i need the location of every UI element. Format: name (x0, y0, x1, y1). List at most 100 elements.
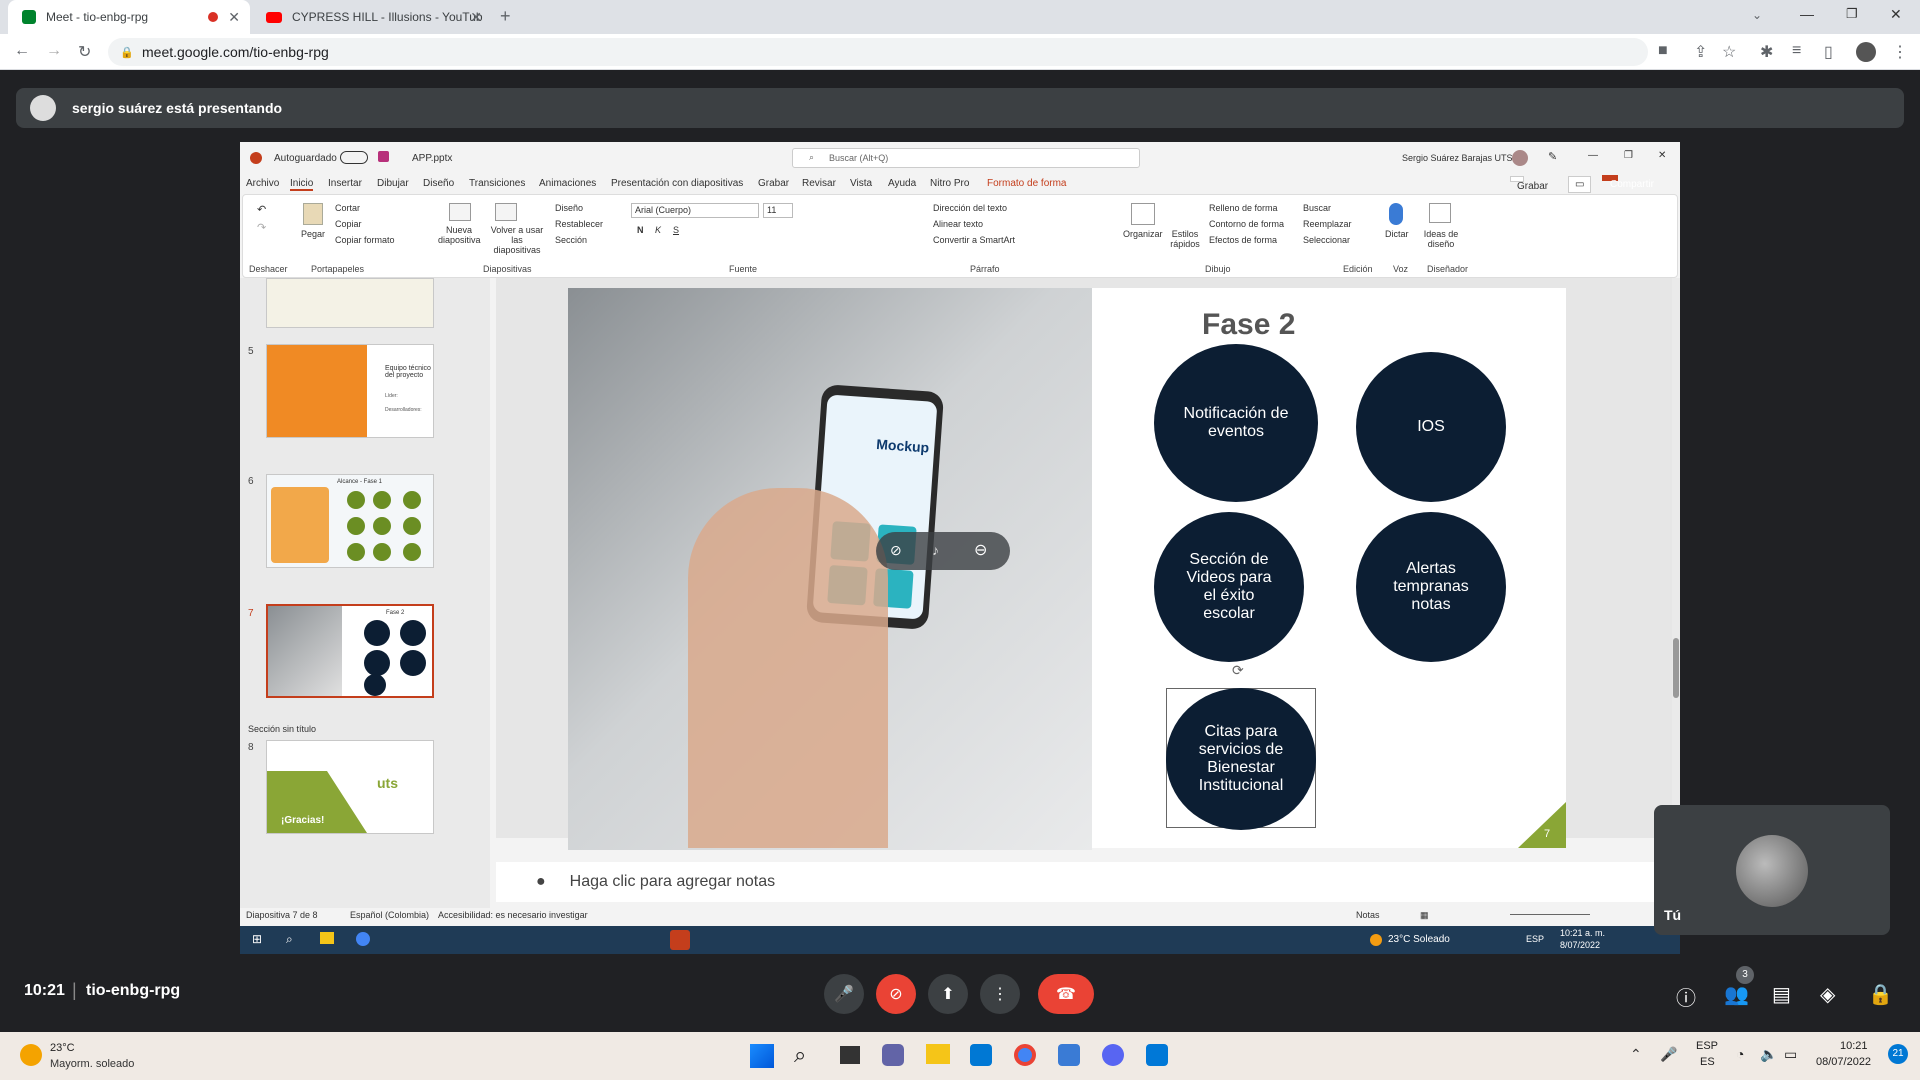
explorer-icon[interactable] (320, 932, 334, 944)
replace-button[interactable]: Reemplazar (1303, 219, 1352, 229)
close-window-button[interactable]: ✕ (1890, 6, 1902, 23)
weather-temp[interactable]: 23°C (50, 1042, 75, 1054)
font-select[interactable]: Arial (Cuerpo) (631, 203, 759, 218)
vscode-icon[interactable] (1146, 1044, 1168, 1066)
activities-icon[interactable]: ◈ (1820, 982, 1835, 1007)
view-normal-icon[interactable]: ▦ (1420, 910, 1429, 921)
camera-icon[interactable]: ■ (1658, 42, 1668, 60)
slide-thumb-5[interactable]: Equipo técnico del proyecto Líder: Desar… (266, 344, 434, 438)
format-painter-button[interactable]: Copiar formato (335, 235, 395, 245)
pin-off-icon[interactable]: ⊘ (890, 542, 902, 559)
redo-icon[interactable]: ↷ (257, 221, 266, 234)
designer-icon[interactable] (1429, 203, 1451, 223)
slide-thumb-6[interactable]: Alcance - Fase 1 (266, 474, 434, 568)
dictate-button[interactable]: Dictar (1385, 229, 1409, 239)
notes-pane[interactable]: ● Haga clic para agregar notas (496, 862, 1676, 902)
organize-button[interactable]: Organizar (1123, 229, 1163, 239)
discord-icon[interactable] (1102, 1044, 1124, 1066)
design-ideas-button[interactable]: Ideas de diseño (1421, 229, 1461, 249)
new-slide-icon[interactable] (449, 203, 471, 221)
menu-dibujar[interactable]: Dibujar (377, 178, 409, 189)
autosave-toggle[interactable] (340, 151, 368, 164)
menu-nitro[interactable]: Nitro Pro (930, 178, 969, 189)
paste-button[interactable]: Pegar (301, 229, 325, 239)
align-text-button[interactable]: Alinear texto (933, 219, 983, 229)
circle-citas[interactable]: Citas para servicios de Bienestar Instit… (1166, 688, 1316, 830)
shape-fill-button[interactable]: Relleno de forma (1209, 203, 1278, 213)
menu-transiciones[interactable]: Transiciones (469, 178, 525, 189)
save-icon[interactable] (378, 151, 389, 162)
layout-button[interactable]: Diseño (555, 203, 583, 213)
notification-badge[interactable]: 21 (1888, 1044, 1908, 1064)
store-icon[interactable] (970, 1044, 992, 1066)
minimize-button[interactable]: — (1800, 6, 1814, 22)
input-layout[interactable]: ES (1700, 1056, 1715, 1068)
start-icon[interactable] (750, 1044, 774, 1068)
italic-button[interactable]: K (655, 225, 661, 235)
back-icon[interactable]: ← (14, 42, 30, 60)
menu-grabar[interactable]: Grabar (758, 178, 789, 189)
volume-icon[interactable]: 🔈 (1760, 1046, 1777, 1063)
select-button[interactable]: Seleccionar (1303, 235, 1350, 245)
people-icon[interactable]: 👥 (1724, 982, 1749, 1007)
host-controls-icon[interactable]: 🔒 (1868, 982, 1893, 1007)
slide-thumb-8[interactable]: uts ¡Gracias! (266, 740, 434, 834)
minimize-button[interactable]: — (1588, 150, 1598, 161)
text-direction-button[interactable]: Dirección del texto (933, 203, 1007, 213)
record-button[interactable]: Grabar (1510, 176, 1548, 192)
battery-icon[interactable]: ▭ (1784, 1046, 1797, 1063)
menu-presentacion[interactable]: Presentación con diapositivas (611, 178, 743, 189)
menu-inicio[interactable]: Inicio (290, 178, 314, 191)
task-view-icon[interactable] (840, 1046, 860, 1064)
user-avatar[interactable] (1512, 150, 1528, 166)
forward-icon[interactable]: → (46, 42, 62, 60)
slide-thumb-4[interactable] (266, 278, 434, 328)
weather-desc[interactable]: Mayorm. soleado (50, 1058, 134, 1070)
cut-button[interactable]: Cortar (335, 203, 360, 213)
close-button[interactable]: ✕ (1658, 150, 1666, 161)
new-tab-button[interactable]: + (500, 6, 511, 27)
bold-button[interactable]: N (637, 225, 644, 235)
video-overlay-controls[interactable]: ⊘ ♪ ⊖ (876, 532, 1010, 570)
menu-ayuda[interactable]: Ayuda (888, 178, 916, 189)
undo-icon[interactable]: ↶ (257, 203, 266, 216)
rotate-handle-icon[interactable]: ⟳ (1232, 662, 1244, 679)
powerpoint-taskbar-icon[interactable] (670, 930, 690, 950)
chrome-icon[interactable] (356, 932, 370, 946)
organize-icon[interactable] (1131, 203, 1155, 225)
chrome-icon[interactable] (1014, 1044, 1036, 1066)
quick-styles-button[interactable]: Estilos rápidos (1167, 229, 1203, 249)
mute-icon[interactable]: ♪ (932, 542, 939, 558)
file-explorer-icon[interactable] (926, 1044, 950, 1064)
info-icon[interactable]: ⓘ (1676, 982, 1696, 1011)
menu-formato-forma[interactable]: Formato de forma (987, 178, 1066, 189)
camera-off-button[interactable]: ⊘ (876, 974, 916, 1014)
search-icon[interactable]: ⌕ (286, 932, 293, 947)
start-icon[interactable]: ⊞ (252, 932, 262, 946)
reset-button[interactable]: Restablecer (555, 219, 603, 229)
menu-vista[interactable]: Vista (850, 178, 872, 189)
notes-button[interactable]: Notas (1356, 910, 1380, 920)
section-button[interactable]: Sección (555, 235, 587, 245)
close-tab-icon[interactable]: ✕ (470, 9, 482, 26)
slide-thumb-7-selected[interactable]: Fase 2 (266, 604, 434, 698)
wifi-icon[interactable]: ◔ (1736, 1046, 1744, 1062)
self-view-tile[interactable]: Tú (1654, 805, 1890, 935)
more-options-button[interactable]: ⋮ (980, 974, 1020, 1014)
leave-call-button[interactable]: ☎ (1038, 974, 1094, 1014)
pen-icon[interactable]: ✎ (1548, 150, 1557, 163)
scroll-thumb[interactable] (1673, 638, 1679, 698)
restore-button[interactable]: ❐ (1846, 6, 1858, 22)
zoom-slider[interactable] (1510, 914, 1590, 915)
accessibility-status[interactable]: Accesibilidad: es necesario investigar (438, 910, 588, 920)
tray-chevron-icon[interactable]: ⌃ (1630, 1046, 1642, 1063)
shape-effects-button[interactable]: Efectos de forma (1209, 235, 1277, 245)
copy-button[interactable]: Copiar (335, 219, 362, 229)
reuse-slides-icon[interactable] (495, 203, 517, 221)
restore-button[interactable]: ❐ (1624, 150, 1633, 161)
teams-icon[interactable] (882, 1044, 904, 1066)
tab-youtube[interactable]: CYPRESS HILL - Illusions - YouTub ✕ (252, 0, 492, 34)
url-field[interactable]: 🔒 meet.google.com/tio-enbg-rpg (108, 38, 1648, 66)
menu-insertar[interactable]: Insertar (328, 178, 362, 189)
profile-avatar[interactable] (1856, 42, 1876, 62)
